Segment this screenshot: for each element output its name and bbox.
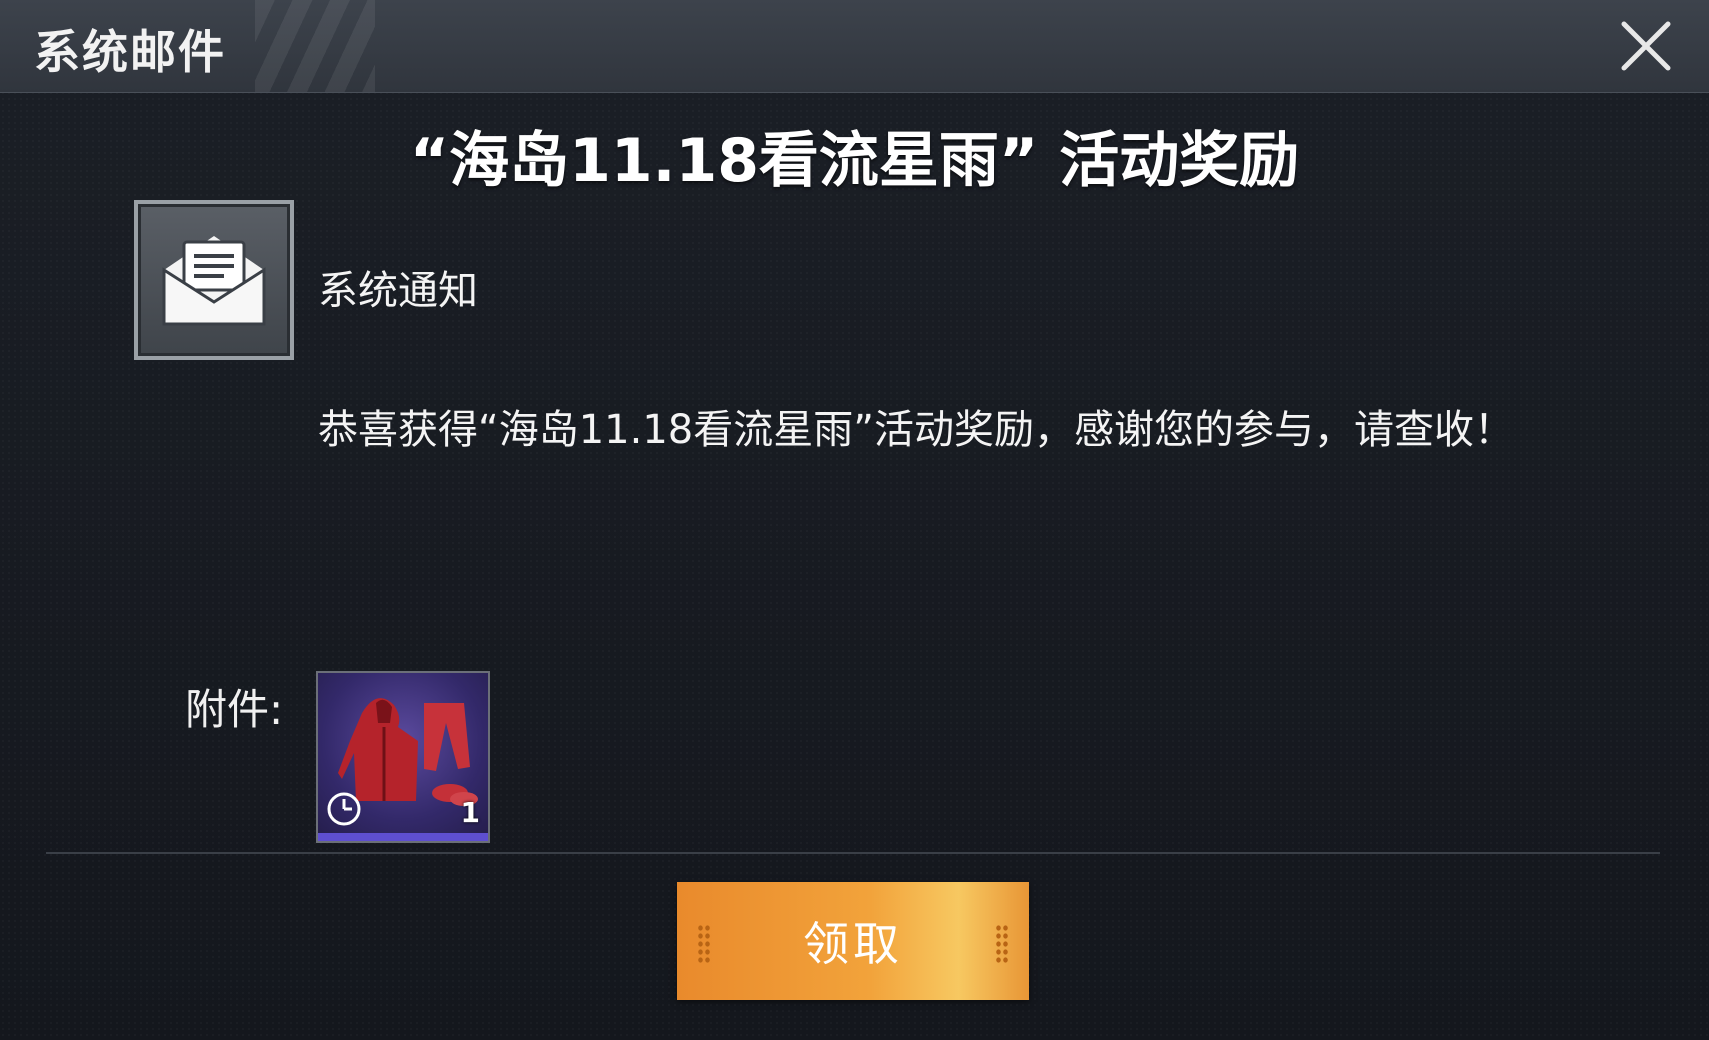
- window-title: 系统邮件: [34, 25, 226, 79]
- claim-button[interactable]: 领取: [677, 882, 1029, 1000]
- close-icon: [1621, 21, 1671, 71]
- header-bar: 系统邮件: [0, 0, 1709, 93]
- sender-name: 系统通知: [318, 268, 478, 314]
- divider: [46, 852, 1660, 854]
- attachment-item[interactable]: 1: [316, 671, 490, 843]
- mail-title: “海岛11.18看流星雨” 活动奖励: [409, 126, 1300, 196]
- attachment-count: 1: [460, 796, 480, 829]
- mail-body-text: 恭喜获得“海岛11.18看流星雨”活动奖励，感谢您的参与，请查收！: [318, 407, 1514, 453]
- quality-bar: [318, 833, 488, 841]
- clock-icon: [327, 792, 361, 826]
- sender-avatar: [134, 200, 294, 360]
- attachments-label: 附件:: [185, 685, 284, 734]
- envelope-icon: [162, 236, 266, 326]
- close-button[interactable]: [1618, 18, 1674, 74]
- header-decoration: [255, 0, 375, 92]
- claim-button-label: 领取: [803, 917, 903, 971]
